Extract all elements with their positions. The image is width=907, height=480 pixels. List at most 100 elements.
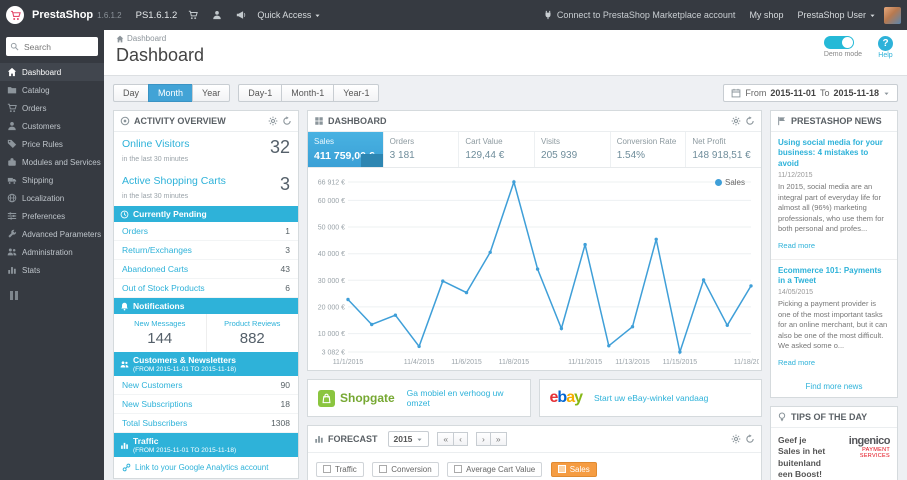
svg-text:11/18/2015: 11/18/2015 xyxy=(734,359,759,366)
sales-line-chart: 66 912 € 60 000 € 50 000 € 40 000 € 30 000 €… xyxy=(318,179,759,366)
active-carts-sub: in the last 30 minutes xyxy=(122,193,189,200)
kpi-visits[interactable]: Visits 205 939 xyxy=(535,132,611,167)
new-messages-value: 144 xyxy=(147,330,173,348)
news-item-body: In 2015, social media are an integral pa… xyxy=(778,182,884,234)
stats-icon xyxy=(120,441,129,450)
sidebar-item-label: Shipping xyxy=(22,175,54,185)
sidebar-item-preferences[interactable]: Preferences xyxy=(0,207,104,225)
last-year-button[interactable]: » xyxy=(489,432,507,446)
sidebar-item-localization[interactable]: Localization xyxy=(0,189,104,207)
sidebar-item-orders[interactable]: Orders xyxy=(0,99,104,117)
panel-settings-button[interactable] xyxy=(268,116,278,126)
read-more-link[interactable]: Read more xyxy=(778,241,815,250)
active-carts-value: 3 xyxy=(279,174,290,194)
marketplace-link[interactable]: Connect to PrestaShop Marketplace accoun… xyxy=(543,10,735,20)
chart-legend[interactable]: Sales xyxy=(714,178,745,187)
find-more-news-link[interactable]: Find more news xyxy=(771,376,897,397)
my-shop-link[interactable]: My shop xyxy=(749,10,783,20)
people-icon xyxy=(120,360,129,369)
user-menu-label: PrestaShop User xyxy=(797,10,866,20)
quick-access-menu[interactable]: Quick Access xyxy=(257,10,321,20)
panel-refresh-button[interactable] xyxy=(282,116,292,126)
pending-row[interactable]: Orders 1 xyxy=(114,222,298,242)
row-label: Abandoned Carts xyxy=(122,264,189,275)
shopgate-icon xyxy=(318,389,335,407)
filter-day-button[interactable]: Day xyxy=(113,84,150,102)
shopgate-promo[interactable]: Shopgate Ga mobiel en verhoog uw omzet xyxy=(307,379,531,417)
forecast-conversion-toggle[interactable]: Conversion xyxy=(372,461,439,477)
sidebar-item-dashboard[interactable]: Dashboard xyxy=(0,63,104,81)
google-analytics-link[interactable]: Link to your Google Analytics account xyxy=(114,457,298,478)
user-menu[interactable]: PrestaShop User xyxy=(797,10,876,20)
sidebar-search[interactable] xyxy=(6,37,98,56)
ebay-promo[interactable]: ebay Start uw eBay-winkel vandaag xyxy=(538,379,762,417)
news-item-title[interactable]: Ecommerce 101: Payments in a Tweet xyxy=(778,266,890,287)
panel-settings-button[interactable] xyxy=(731,434,741,444)
help-button[interactable]: ? Help xyxy=(878,36,893,59)
sidebar-item-customers[interactable]: Customers xyxy=(0,117,104,135)
svg-text:11/13/2015: 11/13/2015 xyxy=(615,359,650,366)
collapse-menu-button[interactable] xyxy=(0,279,104,312)
user-avatar[interactable] xyxy=(884,6,901,24)
forecast-sales-toggle[interactable]: Sales xyxy=(550,461,597,477)
kpi-cart-value[interactable]: Cart Value 129,44 € xyxy=(459,132,536,167)
sidebar-item-price-rules[interactable]: Price Rules xyxy=(0,135,104,153)
customers-row[interactable]: Total Subscribers 1308 xyxy=(114,414,298,434)
panel-refresh-button[interactable] xyxy=(745,116,755,126)
filter-year-1-button[interactable]: Year-1 xyxy=(333,84,380,102)
next-year-button[interactable]: › xyxy=(476,432,491,446)
checkbox-icon xyxy=(323,465,331,473)
first-year-button[interactable]: « xyxy=(437,432,455,446)
sidebar-item-catalog[interactable]: Catalog xyxy=(0,81,104,99)
panel-refresh-button[interactable] xyxy=(745,434,755,444)
forecast-year-select[interactable]: 2015 xyxy=(387,431,430,447)
customers-row[interactable]: New Customers 90 xyxy=(114,376,298,396)
shop-name-link[interactable]: PS1.6.1.2 xyxy=(136,10,178,21)
cart-icon[interactable] xyxy=(185,7,201,23)
panel-settings-button[interactable] xyxy=(731,116,741,126)
filter-year-button[interactable]: Year xyxy=(192,84,231,102)
news-item-title[interactable]: Using social media for your business: 4 … xyxy=(778,138,890,169)
traffic-range: (FROM 2015-11-01 TO 2015-11-18) xyxy=(133,446,237,454)
kpi-sales[interactable]: Sales 411 759,00 € xyxy=(308,132,384,167)
read-more-link[interactable]: Read more xyxy=(778,358,815,367)
pending-row[interactable]: Abandoned Carts 43 xyxy=(114,260,298,280)
ebay-link[interactable]: Start uw eBay-winkel vandaag xyxy=(594,393,708,403)
chip-label: Sales xyxy=(569,464,590,474)
customers-icon[interactable] xyxy=(209,7,225,23)
legend-dot-icon xyxy=(714,179,722,186)
sidebar-item-label: Catalog xyxy=(22,85,50,95)
product-reviews-cell[interactable]: Product Reviews 882 xyxy=(205,314,299,353)
date-range-picker[interactable]: From 2015-11-01 To 2015-11-18 xyxy=(723,84,898,102)
kpi-net-profit[interactable]: Net Profit 148 918,51 € xyxy=(686,132,761,167)
sidebar-item-advanced-parameters[interactable]: Advanced Parameters xyxy=(0,225,104,243)
kpi-conversion-rate[interactable]: Conversion Rate 1.54% xyxy=(611,132,687,167)
sidebar-item-administration[interactable]: Administration xyxy=(0,243,104,261)
shopgate-link[interactable]: Ga mobiel en verhoog uw omzet xyxy=(407,388,520,408)
forecast-traffic-toggle[interactable]: Traffic xyxy=(316,461,364,477)
sidebar-item-modules[interactable]: Modules and Services xyxy=(0,153,104,171)
kpi-orders[interactable]: Orders 3 181 xyxy=(384,132,460,167)
chain-icon xyxy=(122,463,131,472)
new-messages-cell[interactable]: New Messages 144 xyxy=(114,314,206,352)
customers-row[interactable]: New Subscriptions 18 xyxy=(114,395,298,415)
sidebar-item-stats[interactable]: Stats xyxy=(0,261,104,279)
sidebar-item-shipping[interactable]: Shipping xyxy=(0,171,104,189)
filter-month-button[interactable]: Month xyxy=(148,84,194,102)
filter-day-1-button[interactable]: Day-1 xyxy=(238,84,283,102)
news-item: Ecommerce 101: Payments in a Tweet 14/05… xyxy=(771,260,897,376)
announcement-icon[interactable] xyxy=(233,7,249,23)
chevron-down-icon xyxy=(416,436,423,443)
forecast-average-cart-value-toggle[interactable]: Average Cart Value xyxy=(447,461,543,477)
previous-year-button[interactable]: ‹ xyxy=(453,432,468,446)
row-value: 43 xyxy=(280,264,290,275)
pending-row[interactable]: Out of Stock Products 6 xyxy=(114,279,298,299)
pending-row[interactable]: Return/Exchanges 3 xyxy=(114,241,298,261)
gear-icon xyxy=(268,116,278,126)
toggle-switch[interactable] xyxy=(823,36,854,49)
currently-pending-banner: Currently Pending xyxy=(114,206,298,223)
filter-month-1-button[interactable]: Month-1 xyxy=(281,84,335,102)
checkbox-icon xyxy=(454,465,463,473)
demo-mode-toggle[interactable]: Demo mode xyxy=(823,36,862,58)
search-input[interactable] xyxy=(22,40,96,53)
